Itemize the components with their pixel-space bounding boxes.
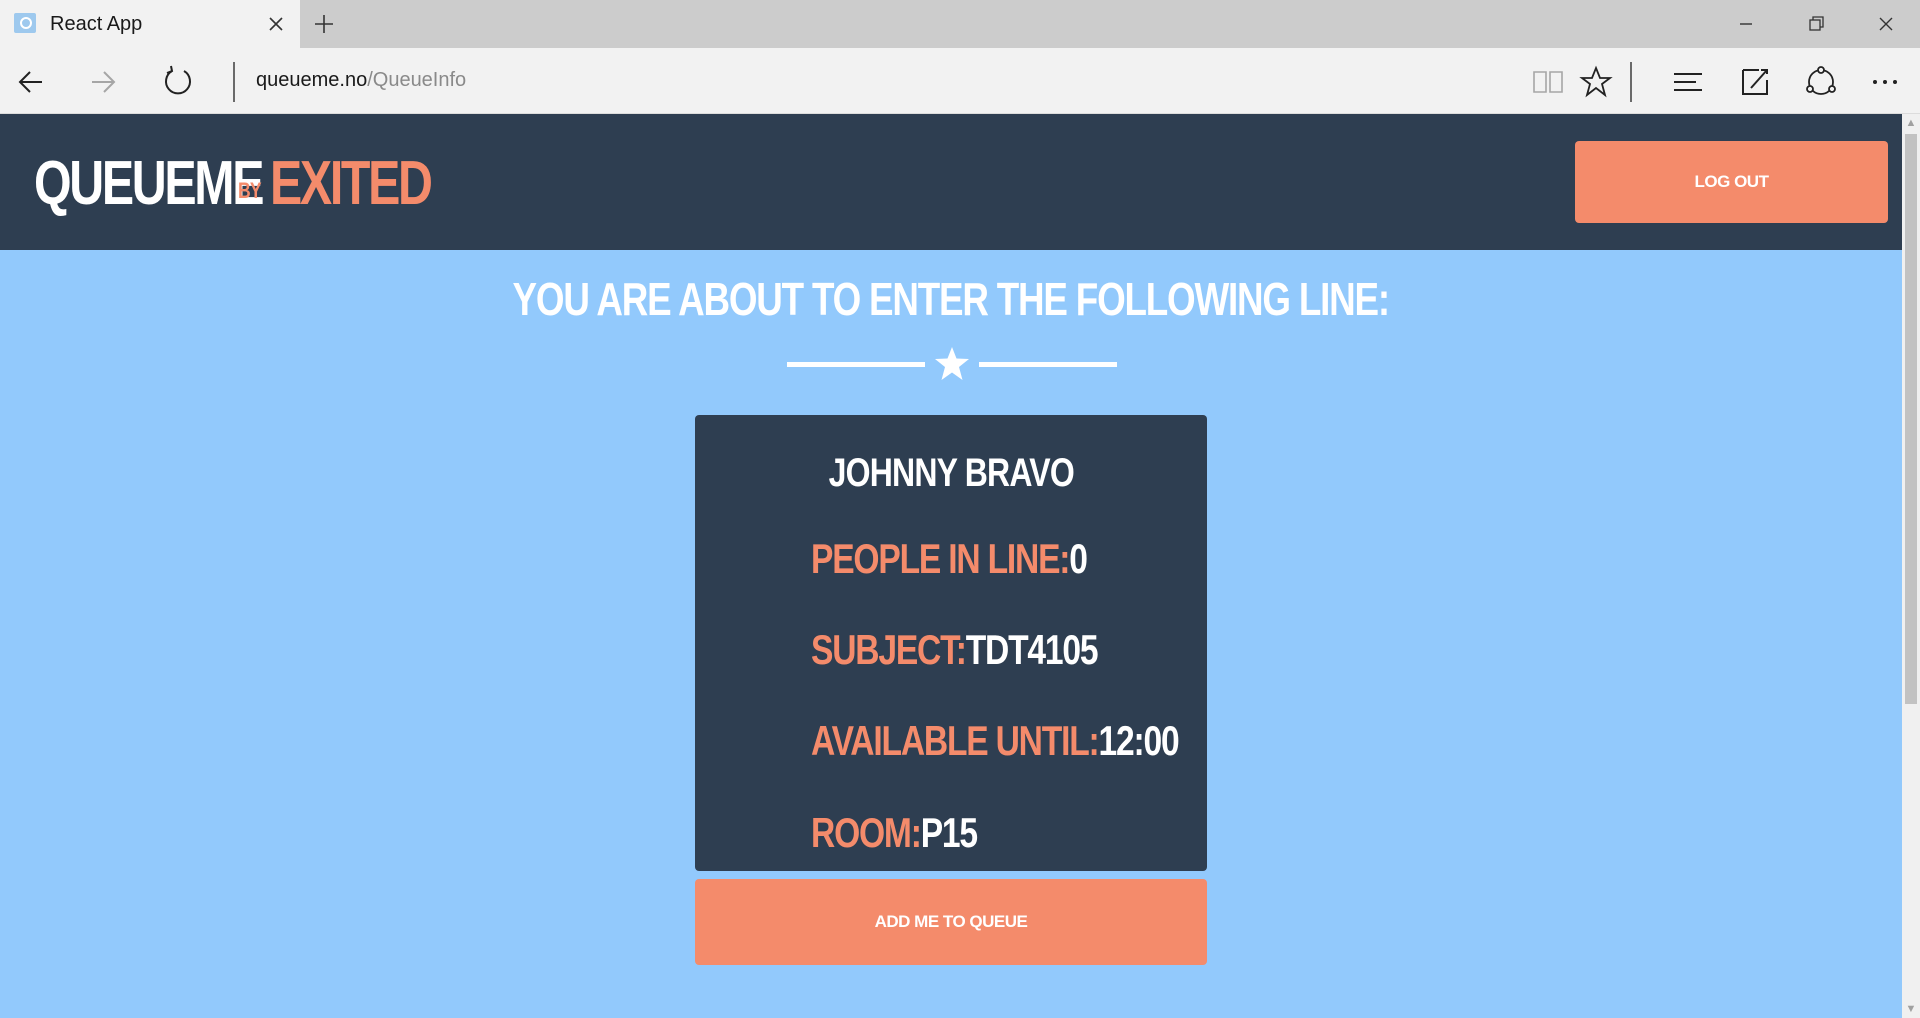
forward-arrow-icon[interactable] (84, 62, 124, 102)
page-heading-text: YOU ARE ABOUT TO ENTER THE FOLLOWING LIN… (512, 273, 1391, 325)
close-tab-icon[interactable] (262, 10, 290, 38)
browser-tab-bar: React App (0, 0, 1920, 48)
available-until-row: AVAILABLE UNTIL:12:00 (811, 717, 1180, 765)
people-in-line-row: PEOPLE IN LINE:0 (811, 535, 1088, 583)
logo-brand-text: EXITED (270, 149, 433, 218)
logo-main-text: QUEUEME (34, 149, 264, 218)
url-domain: queueme.no (256, 69, 368, 91)
star-icon (935, 347, 969, 380)
card-title-text: JOHNNY BRAVO (828, 451, 1074, 495)
scroll-down-icon[interactable]: ▼ (1902, 1000, 1920, 1018)
restore-icon[interactable] (1782, 0, 1850, 48)
card-title: JOHNNY BRAVO (695, 451, 1207, 496)
available-until-label: AVAILABLE UNTIL: (811, 717, 1100, 764)
room-value: P15 (920, 809, 978, 856)
subject-value: TDT4105 (965, 626, 1099, 673)
people-in-line-value: 0 (1069, 535, 1088, 582)
logo[interactable]: QUEUEME BY EXITED (34, 148, 433, 219)
logout-button[interactable]: LOG OUT (1575, 141, 1888, 223)
tab-title: React App (50, 13, 143, 35)
scroll-thumb[interactable] (1905, 134, 1917, 704)
page-heading: YOU ARE ABOUT TO ENTER THE FOLLOWING LIN… (0, 272, 1902, 326)
minimize-icon[interactable] (1712, 0, 1780, 48)
back-arrow-icon[interactable] (12, 62, 52, 102)
scroll-up-icon[interactable]: ▲ (1902, 114, 1920, 132)
star-divider (787, 345, 1117, 385)
share-icon[interactable] (1801, 62, 1841, 102)
favorite-star-icon[interactable] (1576, 62, 1616, 102)
people-in-line-label: PEOPLE IN LINE: (811, 535, 1070, 582)
refresh-icon[interactable] (158, 62, 198, 102)
subject-label: SUBJECT: (811, 626, 967, 673)
divider-line-left (787, 362, 925, 367)
hub-icon[interactable] (1668, 62, 1708, 102)
add-to-queue-button[interactable]: ADD ME TO QUEUE (695, 879, 1207, 965)
browser-address-bar: queueme.no/QueueInfo (0, 48, 1920, 114)
url-path: /QueueInfo (367, 69, 467, 91)
toolbar-separator (1630, 62, 1632, 102)
subject-row: SUBJECT:TDT4105 (811, 626, 1099, 674)
available-until-value: 12:00 (1098, 717, 1180, 764)
room-label: ROOM: (811, 809, 922, 856)
favicon-icon (14, 13, 36, 33)
new-tab-icon[interactable] (308, 8, 340, 40)
close-window-icon[interactable] (1852, 0, 1920, 48)
web-note-icon[interactable] (1735, 62, 1775, 102)
divider-line-right (979, 362, 1117, 367)
url-field[interactable]: queueme.no/QueueInfo (256, 69, 466, 92)
queue-info-card: JOHNNY BRAVO PEOPLE IN LINE:0 SUBJECT:TD… (695, 415, 1207, 871)
room-row: ROOM:P15 (811, 809, 978, 857)
logo-by-text: BY (238, 178, 262, 203)
reading-view-icon[interactable] (1528, 62, 1568, 102)
app-header: QUEUEME BY EXITED LOG OUT (0, 114, 1902, 250)
browser-tab[interactable]: React App (0, 0, 300, 48)
address-separator (233, 62, 235, 102)
page-scrollbar[interactable]: ▲ ▼ (1902, 114, 1920, 1018)
more-icon[interactable] (1865, 62, 1905, 102)
